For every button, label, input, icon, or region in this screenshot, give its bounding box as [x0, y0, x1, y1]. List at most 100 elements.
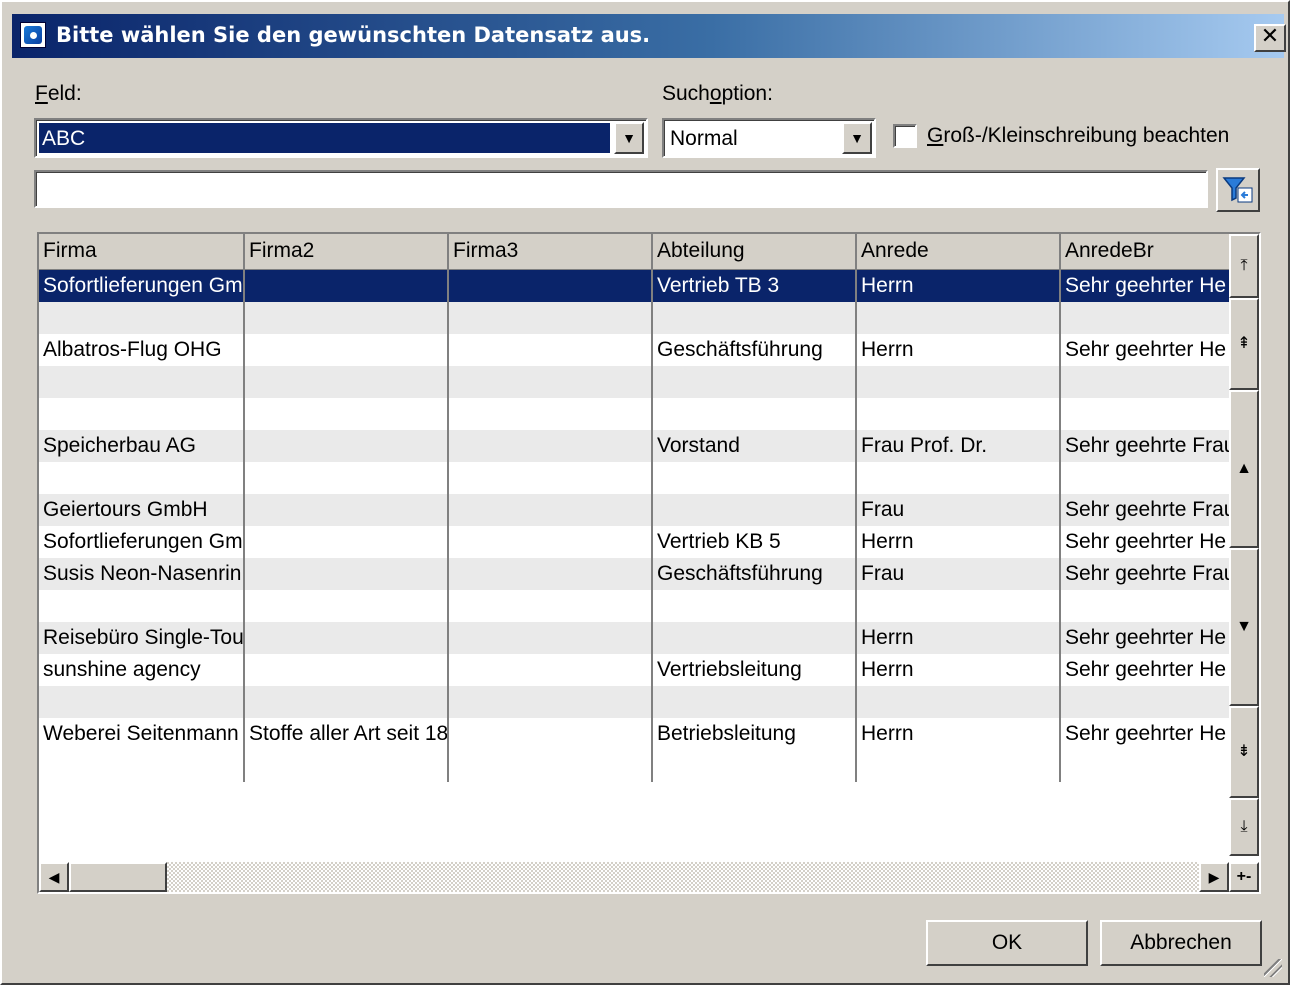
column-divider — [447, 270, 449, 782]
table-cell — [245, 494, 447, 526]
table-cell — [857, 366, 1059, 398]
horizontal-scrollbar[interactable]: ◀ ▶ — [39, 862, 1229, 892]
table-cell — [245, 622, 447, 654]
table-cell: Sofortlieferungen Gm — [43, 530, 243, 553]
table-row[interactable]: Geiertours GmbH Frau Sehr geehrte Frau — [39, 494, 1229, 526]
close-button[interactable]: ✕ — [1254, 24, 1286, 52]
scroll-thumb[interactable] — [69, 862, 167, 892]
table-cell — [449, 654, 651, 686]
table-cell: Sehr geehrter He — [1065, 658, 1227, 681]
next-record-button[interactable]: ▼ — [1229, 548, 1259, 706]
table-row[interactable]: Albatros-Flug OHG Geschäftsführung Herrn Se… — [39, 334, 1229, 366]
column-header-firma[interactable]: Firma — [39, 234, 245, 270]
resize-grip-icon[interactable] — [1264, 959, 1282, 977]
filter-button[interactable] — [1216, 168, 1260, 212]
table-cell — [245, 398, 447, 430]
table-cell: Weberei Seitenmann — [43, 722, 239, 745]
suchoption-label-accel: o — [709, 82, 722, 105]
table-cell — [449, 622, 651, 654]
table-cell: Vertrieb TB 3 — [657, 274, 780, 297]
page-down-button[interactable]: ⇟ — [1229, 706, 1259, 798]
table-cell — [39, 462, 243, 494]
table-row[interactable] — [39, 686, 1229, 718]
chevron-down-icon[interactable]: ▼ — [614, 122, 644, 154]
table-cell — [245, 334, 447, 366]
column-header-firma2[interactable]: Firma2 — [245, 234, 449, 270]
table-row[interactable] — [39, 366, 1229, 398]
table-row[interactable]: Weberei Seitenmann Stoffe aller Art seit … — [39, 718, 1229, 750]
table-cell — [245, 366, 447, 398]
table-row[interactable]: sunshine agency Vertriebsleitung Herrn Sehr… — [39, 654, 1229, 686]
table-cell: Susis Neon-Nasenrin — [43, 562, 242, 585]
table-cell — [449, 558, 651, 590]
feld-label-accel: F — [35, 82, 48, 105]
table-cell: Geiertours GmbH — [43, 498, 208, 521]
table-cell — [39, 398, 243, 430]
chevron-down-icon[interactable]: ▼ — [842, 122, 872, 154]
record-selection-dialog: Bitte wählen Sie den gewünschten Datensa… — [0, 0, 1290, 985]
table-cell: sunshine agency — [43, 658, 201, 681]
search-input[interactable] — [34, 170, 1208, 208]
column-divider — [855, 270, 857, 782]
table-cell — [449, 590, 651, 622]
case-sensitive-checkbox[interactable] — [893, 124, 917, 148]
case-sensitive-label-rest: roß-/Kleinschreibung beachten — [943, 124, 1230, 147]
column-header-anredebr[interactable]: AnredeBr — [1061, 234, 1229, 270]
ok-button[interactable]: OK — [926, 920, 1088, 966]
suchoption-label: Suchoption: — [662, 82, 773, 106]
table-cell — [653, 462, 855, 494]
column-header-firma3[interactable]: Firma3 — [449, 234, 653, 270]
table-cell — [1061, 366, 1229, 398]
last-record-button[interactable]: ⤓ — [1229, 798, 1259, 856]
scroll-right-button[interactable]: ▶ — [1199, 862, 1229, 892]
table-cell — [857, 686, 1059, 718]
table-row[interactable]: Sofortlieferungen Gm Vertrieb TB 3 Herrn Se… — [39, 270, 1229, 302]
table-cell — [245, 526, 447, 558]
table-cell: Speicherbau AG — [43, 434, 196, 457]
record-navigator: ⤒ ⇞ ▲ ▼ ⇟ ⤓ — [1229, 234, 1259, 856]
table-cell — [245, 654, 447, 686]
table-cell — [1061, 462, 1229, 494]
table-cell — [449, 718, 651, 750]
page-up-button[interactable]: ⇞ — [1229, 298, 1259, 390]
table-cell: Sehr geehrte Frau — [1065, 498, 1229, 521]
table-cell — [449, 430, 651, 462]
title-bar[interactable]: Bitte wählen Sie den gewünschten Datensa… — [12, 14, 1286, 58]
table-row[interactable] — [39, 302, 1229, 334]
feld-dropdown-value: ABC — [39, 123, 610, 153]
table-cell — [653, 590, 855, 622]
table-row[interactable] — [39, 398, 1229, 430]
feld-dropdown[interactable]: ABC ▼ — [34, 118, 648, 158]
table-cell: Frau Prof. Dr. — [861, 434, 988, 457]
column-header-abteilung[interactable]: Abteilung — [653, 234, 857, 270]
table-row[interactable]: Reisebüro Single-Tou Herrn Sehr geehrter H… — [39, 622, 1229, 654]
table-row[interactable] — [39, 590, 1229, 622]
records-grid[interactable]: Firma Firma2 Firma3 Abteilung Anrede Anr… — [37, 232, 1261, 894]
suchoption-dropdown[interactable]: Normal ▼ — [662, 118, 876, 158]
table-cell: Vertriebsleitung — [657, 658, 802, 681]
table-cell — [653, 302, 855, 334]
plus-minus-button[interactable]: +- — [1229, 862, 1259, 892]
table-row[interactable]: Speicherbau AG Vorstand Frau Prof. Dr. Sehr… — [39, 430, 1229, 462]
table-cell: Geschäftsführung — [657, 338, 823, 361]
first-record-button[interactable]: ⤒ — [1229, 234, 1259, 298]
table-row[interactable] — [39, 462, 1229, 494]
grid-header: Firma Firma2 Firma3 Abteilung Anrede Anr… — [39, 234, 1229, 270]
table-cell — [39, 590, 243, 622]
table-cell — [39, 366, 243, 398]
table-cell — [245, 430, 447, 462]
table-row[interactable]: Susis Neon-Nasenrin Geschäftsführung Frau S… — [39, 558, 1229, 590]
cancel-button[interactable]: Abbrechen — [1100, 920, 1262, 966]
table-cell — [245, 558, 447, 590]
table-cell — [449, 334, 651, 366]
table-row[interactable]: Sofortlieferungen Gm Vertrieb KB 5 Herrn Se… — [39, 526, 1229, 558]
table-cell: Herrn — [861, 626, 914, 649]
table-cell: Frau — [861, 498, 905, 521]
scroll-left-button[interactable]: ◀ — [39, 862, 69, 892]
column-header-anrede[interactable]: Anrede — [857, 234, 1061, 270]
previous-record-button[interactable]: ▲ — [1229, 390, 1259, 548]
table-cell — [857, 462, 1059, 494]
feld-label-rest: eld: — [47, 82, 82, 105]
table-cell — [857, 590, 1059, 622]
case-sensitive-label[interactable]: Groß-/Kleinschreibung beachten — [927, 124, 1229, 148]
